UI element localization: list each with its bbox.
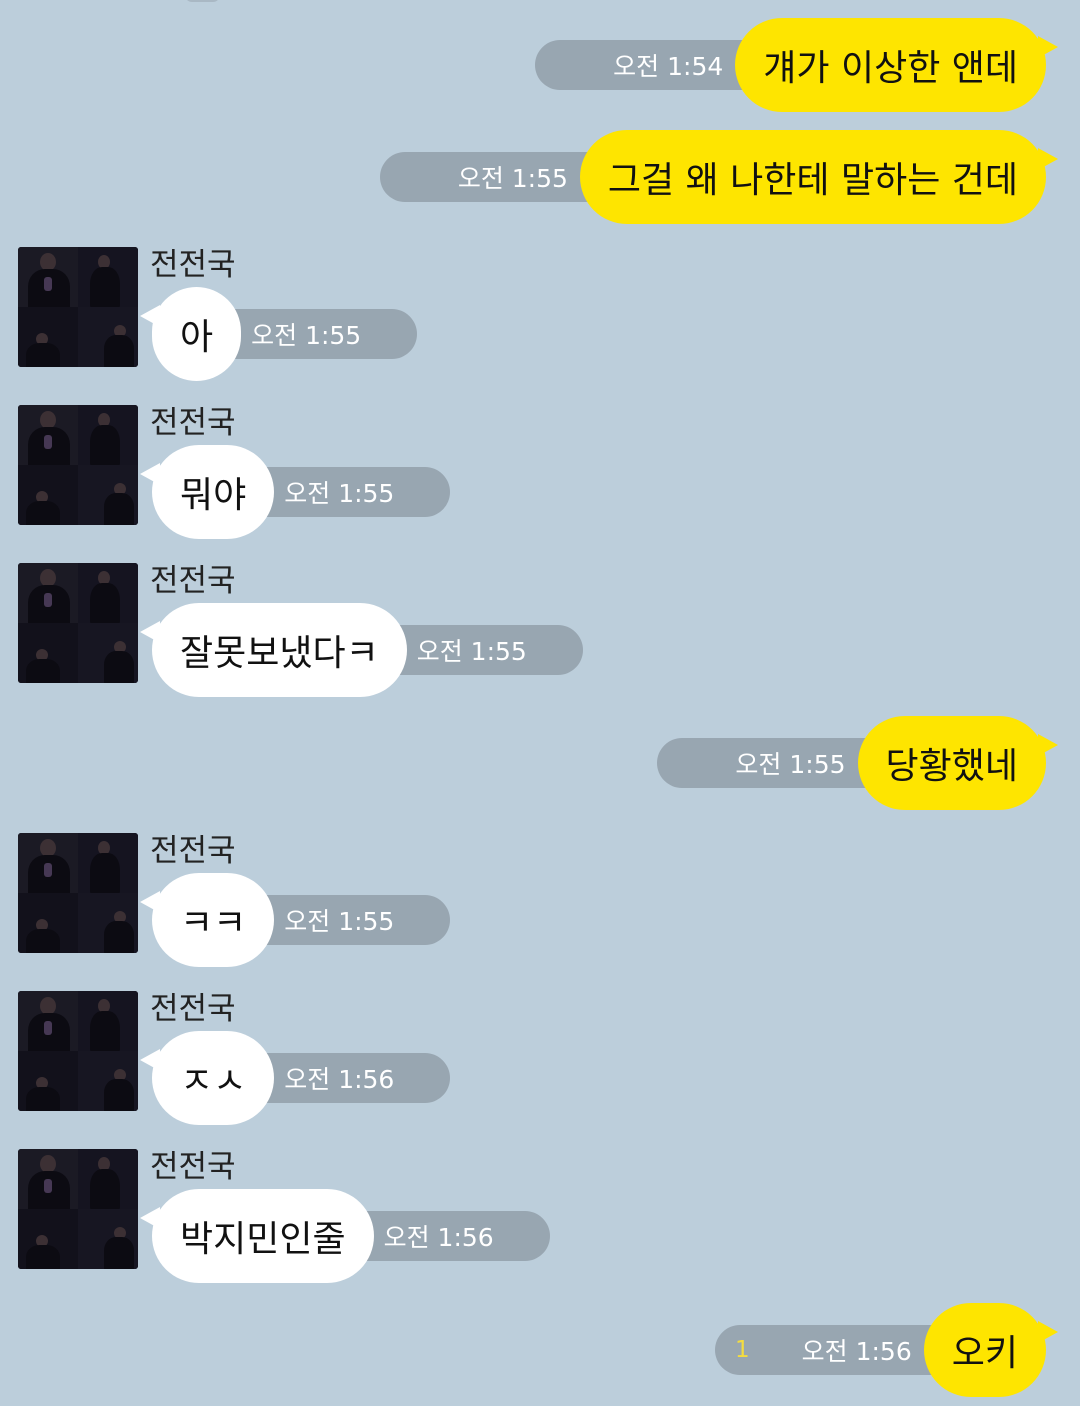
incoming-bubble[interactable]: ㅈㅅ [139, 1031, 275, 1125]
outgoing-bubble[interactable]: 오키 [923, 1303, 1059, 1397]
sender-name: 전전국 [150, 991, 236, 1027]
avatar[interactable] [18, 563, 138, 683]
message-text: ㅋㅋ [180, 903, 247, 944]
unread-count: 1 [735, 1337, 750, 1363]
sender-name: 전전국 [150, 563, 236, 599]
outgoing-bubble[interactable]: 걔가 이상한 앤데 [735, 18, 1058, 112]
message-time: 오전 1:56 [801, 1337, 912, 1366]
message-text: 뭐야 [180, 475, 247, 516]
outgoing-bubble[interactable]: 당황했네 [857, 716, 1059, 810]
incoming-bubble[interactable]: 뭐야 [139, 445, 275, 539]
sender-name: 전전국 [150, 1149, 236, 1185]
sender-name: 전전국 [150, 833, 236, 869]
message-time: 오전 1:55 [284, 479, 395, 508]
message-time: 오전 1:54 [613, 52, 724, 81]
incoming-bubble[interactable]: 잘못보냈다ㅋ [140, 603, 407, 697]
previous-message-edge [185, 0, 220, 2]
message-time: 오전 1:55 [735, 750, 846, 779]
message-text: ㅈㅅ [180, 1061, 247, 1102]
message-text: 박지민인줄 [180, 1219, 346, 1260]
avatar[interactable] [18, 1149, 138, 1269]
message-time: 오전 1:56 [383, 1223, 494, 1252]
incoming-bubble[interactable]: 박지민인줄 [140, 1189, 374, 1283]
sender-name: 전전국 [150, 405, 236, 441]
message-time: 오전 1:55 [416, 637, 527, 666]
chat-room[interactable]: 오전 1:54 걔가 이상한 앤데 오전 1:55 그걸 왜 나한테 말하는 건… [0, 0, 1080, 1406]
avatar[interactable] [18, 991, 138, 1111]
outgoing-bubble[interactable]: 그걸 왜 나한테 말하는 건데 [579, 130, 1059, 224]
message-time: 오전 1:55 [457, 164, 568, 193]
incoming-bubble[interactable]: ㅋㅋ [139, 873, 275, 967]
message-time: 오전 1:55 [251, 321, 362, 350]
message-text: 오키 [951, 1333, 1018, 1374]
message-text: 그걸 왜 나한테 말하는 건데 [607, 160, 1018, 201]
message-text: 아 [180, 317, 214, 358]
message-text: 당황했네 [885, 746, 1018, 787]
sender-name: 전전국 [150, 247, 236, 283]
message-text: 잘못보냈다ㅋ [180, 633, 379, 674]
avatar[interactable] [18, 833, 138, 953]
message-text: 걔가 이상한 앤데 [763, 48, 1018, 89]
message-time: 오전 1:55 [284, 907, 395, 936]
incoming-bubble[interactable]: 아 [139, 287, 242, 381]
message-time: 오전 1:56 [284, 1065, 395, 1094]
avatar[interactable] [18, 405, 138, 525]
avatar[interactable] [18, 247, 138, 367]
